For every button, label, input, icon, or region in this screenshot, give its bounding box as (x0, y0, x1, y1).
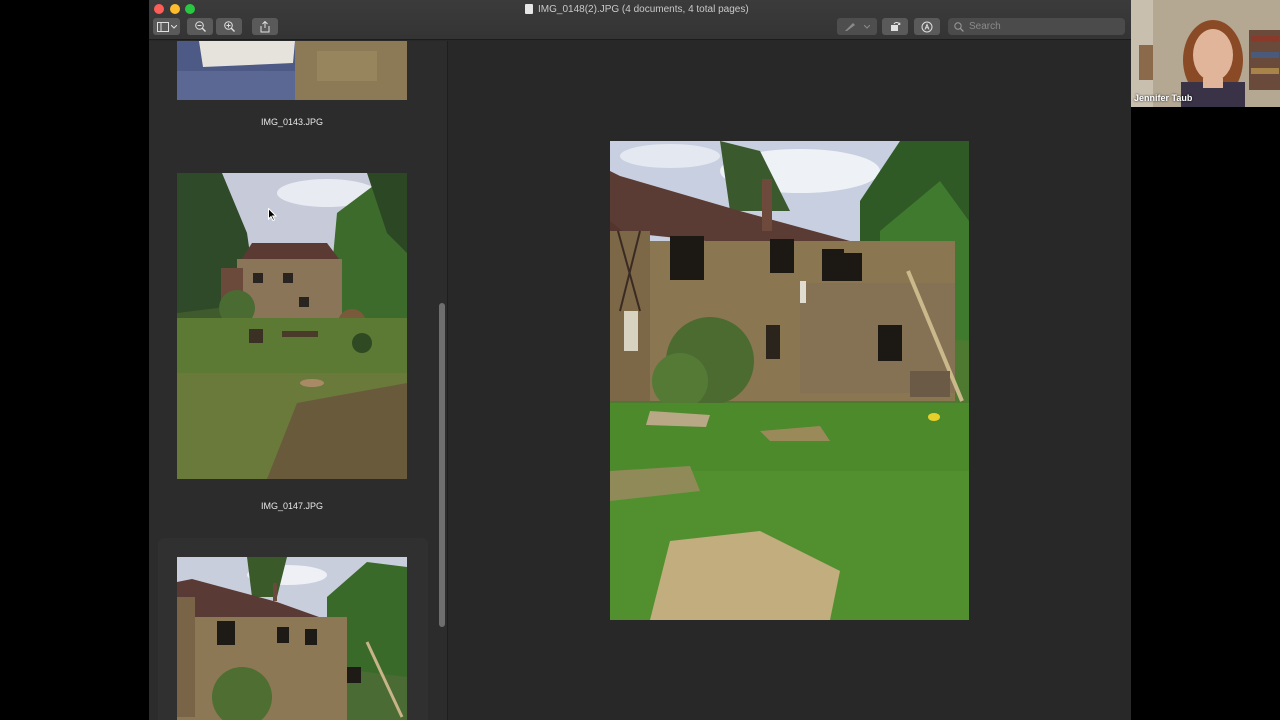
main-image-view[interactable] (449, 41, 1131, 720)
thumbnail-sidebar[interactable]: IMG_0143.JPG IMG_0147.JPG (149, 41, 448, 720)
search-field[interactable] (948, 18, 1125, 35)
video-participant-tile[interactable]: Jennifer Taub (1131, 0, 1280, 107)
search-input[interactable] (969, 21, 1119, 32)
screen: IMG_0148(2).JPG (4 documents, 4 total pa… (0, 0, 1280, 720)
sidebar-toggle-icon (156, 21, 169, 32)
close-window-button[interactable] (154, 4, 164, 14)
markup-pen-icon (845, 22, 855, 31)
rotate-icon (890, 22, 900, 31)
document-icon (525, 4, 533, 14)
thumbnail-image (177, 557, 407, 720)
thumbnail-img-0147[interactable] (177, 173, 407, 479)
annotate-button[interactable] (914, 18, 940, 35)
sidebar-toggle-button[interactable] (153, 18, 180, 35)
maximize-window-button[interactable] (185, 4, 195, 14)
markup-pen-button[interactable] (837, 18, 877, 35)
participant-video (1131, 0, 1280, 107)
annotate-icon (921, 21, 933, 32)
window-title-text: IMG_0148(2).JPG (4 documents, 4 total pa… (538, 3, 749, 15)
mouse-cursor-icon (268, 208, 277, 221)
minimize-window-button[interactable] (170, 4, 180, 14)
zoom-out-button[interactable] (187, 18, 213, 35)
main-image (610, 141, 969, 620)
zoom-out-icon (194, 21, 206, 32)
share-button[interactable] (252, 18, 278, 35)
preview-window: IMG_0148(2).JPG (4 documents, 4 total pa… (149, 0, 1131, 720)
house-photo (610, 141, 969, 620)
thumbnail-label: IMG_0147.JPG (260, 501, 324, 511)
rotate-button[interactable] (882, 18, 908, 35)
thumbnail-img-0148[interactable] (177, 557, 407, 720)
thumbnail-img-0143[interactable] (177, 41, 407, 100)
window-title: IMG_0148(2).JPG (4 documents, 4 total pa… (525, 2, 749, 16)
thumbnail-label: IMG_0143.JPG (260, 117, 324, 127)
participant-name: Jennifer Taub (1134, 93, 1193, 103)
title-bar: IMG_0148(2).JPG (4 documents, 4 total pa… (149, 0, 1131, 40)
sidebar-scrollbar[interactable] (439, 303, 445, 627)
thumbnail-image (177, 41, 407, 100)
share-icon (260, 20, 270, 32)
chevron-down-icon (864, 24, 870, 29)
search-icon (954, 21, 964, 32)
thumbnail-image (177, 173, 407, 479)
chevron-down-icon (170, 24, 177, 29)
zoom-in-icon (223, 21, 235, 32)
zoom-in-button[interactable] (216, 18, 242, 35)
